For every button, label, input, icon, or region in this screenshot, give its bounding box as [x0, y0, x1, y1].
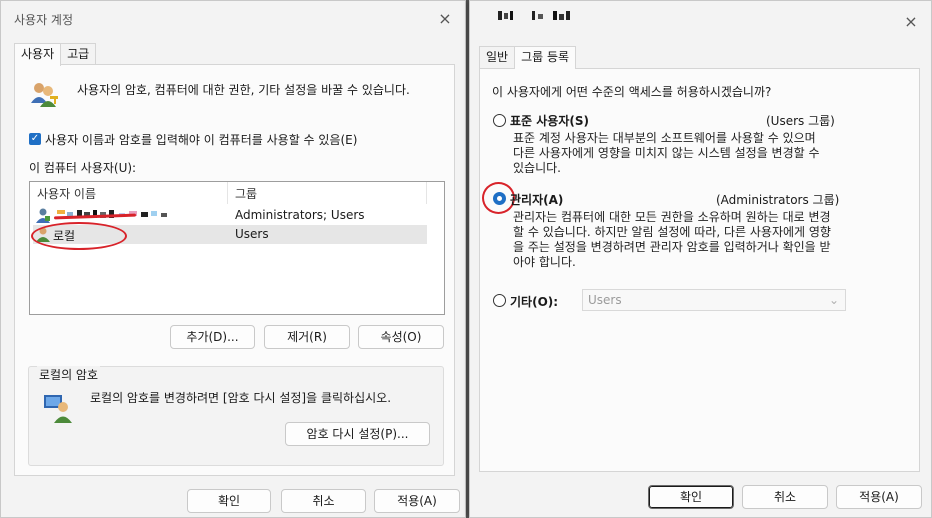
users-list[interactable]: 사용자 이름 그룹 Administrators; Users 로컬 Users [29, 181, 445, 315]
other-label[interactable]: 기타(O): [510, 293, 558, 310]
description-line: 다른 사용자에게 영향을 미치지 않는 시스템 설정을 변경할 수 [513, 146, 820, 160]
intro-text: 사용자의 암호, 컴퓨터에 대한 권한, 기타 설정을 바꿀 수 있습니다. [77, 83, 410, 97]
close-icon[interactable]: × [901, 12, 921, 32]
users-tab-panel: 사용자의 암호, 컴퓨터에 대한 권한, 기타 설정을 바꿀 수 있습니다. ✓… [14, 64, 455, 476]
administrator-description: 관리자는 컴퓨터에 대한 모든 권한을 소유하며 원하는 대로 변경 할 수 있… [513, 210, 831, 270]
tab-users[interactable]: 사용자 [14, 43, 62, 66]
tab-strip: 사용자 고급 [14, 43, 97, 66]
remove-button[interactable]: 제거(R) [264, 325, 350, 349]
description-line: 아야 합니다. [513, 255, 576, 269]
column-separator [426, 182, 427, 204]
window-title: 사용자 계정 [14, 13, 74, 27]
title-bar: × [470, 1, 931, 35]
column-header-username[interactable]: 사용자 이름 [37, 185, 96, 202]
description-line: 있습니다. [513, 161, 561, 175]
title-bar: 사용자 계정 × [1, 1, 465, 35]
password-group-title: 로컬의 암호 [37, 366, 101, 383]
other-radio[interactable] [493, 294, 506, 307]
description-line: 을 주는 설정을 변경하려면 관리자 암호를 입력하거나 확인을 받 [513, 240, 831, 254]
combo-value: Users [588, 293, 622, 307]
standard-user-group: (Users 그룹) [766, 114, 835, 128]
group-membership-panel: 이 사용자에게 어떤 수준의 액세스를 허용하시겠습니까? 표준 사용자(S) … [479, 68, 920, 472]
tab-group-membership[interactable]: 그룹 등록 [514, 46, 577, 69]
tab-advanced[interactable]: 고급 [60, 43, 97, 65]
annotation-ellipse [31, 222, 127, 250]
apply-button[interactable]: 적용(A) [836, 485, 922, 509]
standard-user-description: 표준 계정 사용자는 대부분의 소프트웨어를 사용할 수 있으며 다른 사용자에… [513, 131, 820, 176]
other-group-combo[interactable]: Users ⌄ [582, 289, 846, 311]
row-group: Administrators; Users [235, 208, 365, 222]
description-line: 표준 계정 사용자는 대부분의 소프트웨어를 사용할 수 있으며 [513, 131, 816, 145]
admin-user-icon [36, 208, 50, 223]
add-button[interactable]: 추가(D)... [170, 325, 255, 349]
require-login-checkbox[interactable]: ✓ [29, 133, 41, 145]
row-group: Users [235, 227, 269, 241]
standard-user-radio[interactable] [493, 114, 506, 127]
column-separator [227, 182, 228, 204]
description-line: 할 수 있습니다. 하지만 알림 설정에 따라, 다른 사용자에게 영향 [513, 225, 831, 239]
tab-strip: 일반 그룹 등록 [479, 46, 577, 69]
user-accounts-window: 사용자 계정 × 사용자 고급 사용자의 암호, 컴퓨터에 대한 권한, 기타 … [0, 0, 466, 518]
tab-general[interactable]: 일반 [479, 46, 516, 68]
standard-user-label[interactable]: 표준 사용자(S) [510, 112, 589, 129]
access-question: 이 사용자에게 어떤 수준의 액세스를 허용하시겠습니까? [492, 85, 772, 99]
administrator-group: (Administrators 그룹) [716, 193, 840, 207]
reset-password-button[interactable]: 암호 다시 설정(P)... [285, 422, 430, 446]
cancel-button[interactable]: 취소 [281, 489, 366, 513]
description-line: 관리자는 컴퓨터에 대한 모든 권한을 소유하며 원하는 대로 변경 [513, 210, 831, 224]
apply-button[interactable]: 적용(A) [374, 489, 460, 513]
properties-button[interactable]: 속성(O) [358, 325, 444, 349]
ok-button[interactable]: 확인 [648, 485, 734, 509]
password-group: 로컬의 암호 로컬의 암호를 변경하려면 [암호 다시 설정]을 클릭하십시오.… [28, 366, 444, 466]
administrator-label[interactable]: 관리자(A) [510, 191, 563, 208]
user-properties-window: × 일반 그룹 등록 이 사용자에게 어떤 수준의 액세스를 허용하시겠습니까?… [469, 0, 932, 518]
ok-button[interactable]: 확인 [187, 489, 271, 513]
password-group-text: 로컬의 암호를 변경하려면 [암호 다시 설정]을 클릭하십시오. [90, 391, 392, 405]
users-icon [31, 83, 58, 107]
close-icon[interactable]: × [435, 9, 455, 29]
users-list-label: 이 컴퓨터 사용자(U): [29, 161, 137, 175]
chevron-down-icon: ⌄ [828, 293, 839, 307]
require-login-label[interactable]: 사용자 이름과 암호를 입력해야 이 컴퓨터를 사용할 수 있음(E) [45, 131, 357, 148]
user-password-icon [44, 395, 72, 423]
column-header-group[interactable]: 그룹 [235, 185, 257, 202]
redacted-window-title [498, 10, 578, 22]
cancel-button[interactable]: 취소 [742, 485, 828, 509]
